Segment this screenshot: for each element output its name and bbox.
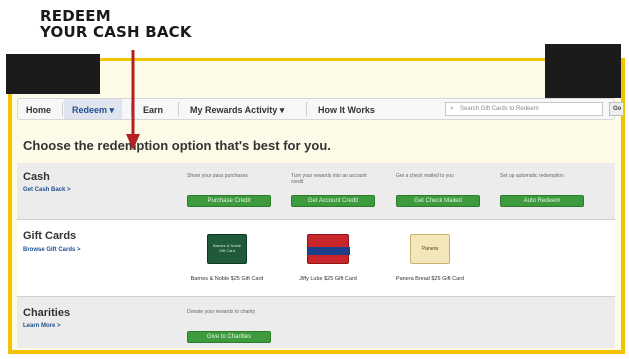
callout-arrow-head: [126, 134, 140, 150]
callout-arrow: [126, 50, 140, 150]
